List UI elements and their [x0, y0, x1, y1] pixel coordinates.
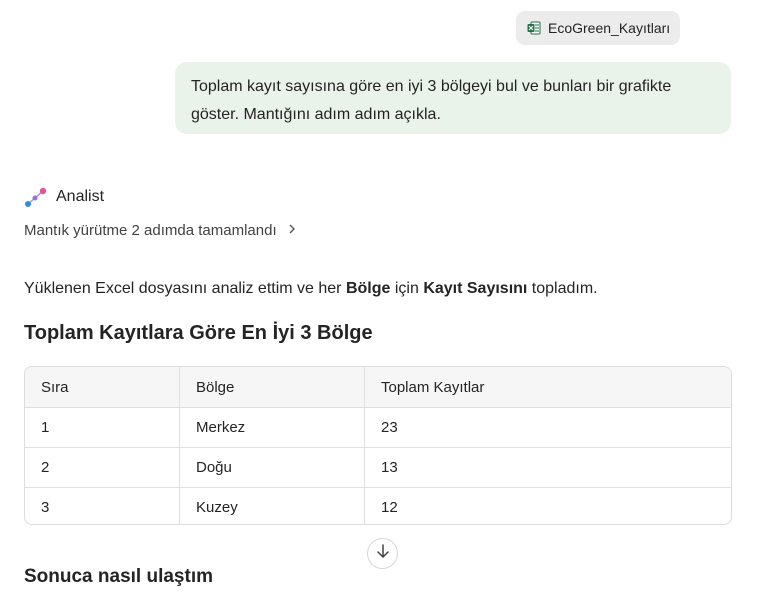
cell-region: Doğu — [179, 447, 365, 488]
chevron-right-icon — [287, 222, 297, 239]
analyst-icon — [24, 185, 48, 209]
scroll-down-button[interactable] — [367, 538, 398, 569]
attachment-file-name: EcoGreen_Kayıtları — [548, 20, 671, 36]
intro-bold-region: Bölge — [345, 280, 391, 297]
cell-rank: 2 — [25, 447, 180, 488]
reasoning-label: Mantık yürütme 2 adımda tamamlandı — [24, 222, 277, 239]
attachment-chip[interactable]: EcoGreen_Kayıtları — [516, 11, 680, 45]
agent-header: Analist — [24, 185, 104, 209]
cell-total: 23 — [364, 407, 731, 448]
intro-bold-count: Kayıt Sayısını — [423, 280, 528, 297]
table-header-row: Sıra Bölge Toplam Kayıtlar — [25, 367, 731, 408]
cell-rank: 1 — [25, 407, 180, 448]
cell-region: Kuzey — [179, 487, 365, 524]
agent-name: Analist — [56, 188, 105, 205]
table-row: 1 Merkez 23 — [25, 407, 731, 448]
table-title: Toplam Kayıtlara Göre En İyi 3 Bölge — [24, 322, 373, 344]
header-total: Toplam Kayıtlar — [364, 367, 731, 408]
cell-total: 12 — [364, 487, 731, 524]
intro-text-3: topladım. — [527, 280, 598, 297]
user-message-text: Toplam kayıt sayısına göre en iyi 3 bölg… — [191, 78, 672, 123]
table-row: 2 Doğu 13 — [25, 447, 731, 488]
header-rank: Sıra — [25, 367, 180, 408]
cell-total: 13 — [364, 447, 731, 488]
cell-rank: 3 — [41, 499, 50, 516]
user-message-bubble: Toplam kayıt sayısına göre en iyi 3 bölg… — [175, 62, 731, 134]
arrow-down-icon — [376, 543, 390, 564]
table-row: 3 Kuzey 12 — [25, 487, 731, 524]
response-intro: Yüklenen Excel dosyasını analiz ettim ve… — [24, 280, 598, 298]
cell-region: Merkez — [179, 407, 365, 448]
reasoning-toggle[interactable]: Mantık yürütme 2 adımda tamamlandı — [24, 222, 297, 239]
intro-text-1: Yüklenen Excel dosyasını analiz ettim ve… — [24, 280, 346, 297]
results-table: Sıra Bölge Toplam Kayıtlar 1 Merkez 23 2… — [24, 366, 732, 525]
next-section-title: Sonuca nasıl ulaştım — [24, 566, 213, 587]
excel-file-icon — [527, 21, 541, 35]
header-region: Bölge — [179, 367, 365, 408]
intro-text-2: için — [390, 280, 424, 297]
